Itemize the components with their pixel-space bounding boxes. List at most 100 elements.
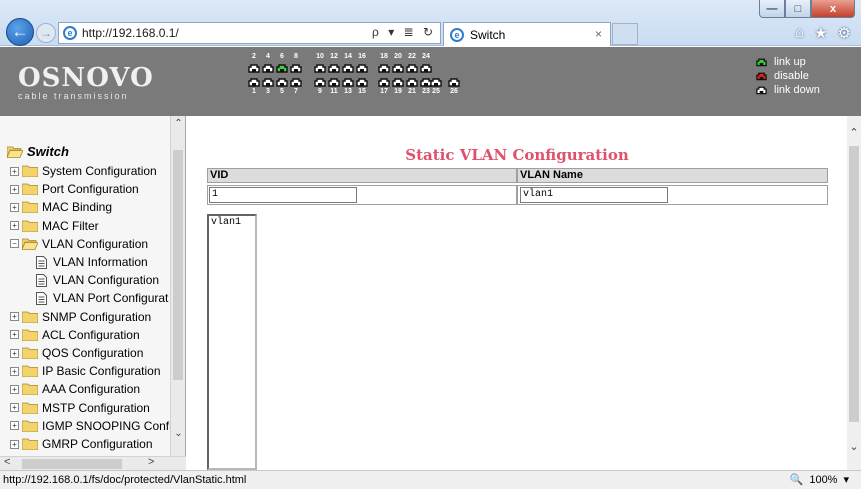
tree-expander-icon[interactable]: + [10, 221, 19, 231]
column-header-vid: VID [207, 168, 517, 183]
zoom-dropdown-icon[interactable]: ▾ [843, 471, 849, 489]
port-11-icon[interactable] [328, 77, 340, 87]
port-10-icon[interactable] [314, 63, 326, 73]
tab-switch[interactable]: e Switch × [443, 22, 611, 46]
sidebar-item-acl-configuration[interactable]: + ACL Configuration [10, 326, 140, 344]
port-16-icon[interactable] [356, 63, 368, 73]
tree-expander-icon[interactable]: + [10, 384, 19, 394]
address-url[interactable]: http://192.168.0.1/ [82, 26, 179, 40]
address-bar[interactable]: e http://192.168.0.1/ ρ ▾ ≣ ↻ [58, 22, 441, 44]
port-number-bottom-5: 5 [280, 88, 284, 95]
tree-expander-icon[interactable]: + [10, 330, 19, 340]
main-vertical-scrollbar[interactable]: ⌃ ⌄ [847, 116, 861, 470]
port-26-icon[interactable] [448, 77, 460, 87]
tree-expander-icon[interactable]: + [10, 439, 19, 449]
port-2-icon[interactable] [248, 63, 260, 73]
maximize-button[interactable]: □ [785, 0, 811, 18]
sidebar-vertical-scrollbar[interactable]: ⌃ ⌄ [170, 116, 185, 456]
sidebar-item-mac-filter[interactable]: + MAC Filter [10, 217, 99, 235]
sidebar-item-igmp-snooping-confi[interactable]: + IGMP SNOOPING Confi [10, 417, 172, 435]
port-18-icon[interactable] [378, 63, 390, 73]
sidebar-item-label: MAC Binding [42, 200, 113, 215]
port-5-icon[interactable] [276, 77, 288, 87]
port-1-icon[interactable] [248, 77, 260, 87]
main-scroll-up-icon[interactable]: ⌃ [847, 126, 861, 139]
settings-gear-icon[interactable]: ⚙ [838, 24, 851, 42]
tree-expander-icon[interactable]: + [10, 312, 19, 322]
status-url: http://192.168.0.1/fs/doc/protected/Vlan… [3, 474, 247, 486]
port-19-icon[interactable] [392, 77, 404, 87]
vlan-name-input[interactable]: vlan1 [520, 187, 668, 203]
port-9-icon[interactable] [314, 77, 326, 87]
sidebar-scroll-right-icon[interactable]: > [148, 456, 154, 468]
sidebar-item-qos-configuration[interactable]: + QOS Configuration [10, 344, 143, 362]
tree-expander-icon[interactable]: + [10, 166, 19, 176]
main-scroll-thumb[interactable] [849, 146, 859, 422]
forward-arrow-icon[interactable]: → [36, 23, 56, 43]
sidebar-scroll-down-icon[interactable]: ⌄ [171, 428, 186, 442]
port-8-icon[interactable] [290, 63, 302, 73]
port-7-icon[interactable] [290, 77, 302, 87]
tree-expander-icon[interactable]: + [10, 366, 19, 376]
sidebar-scroll-left-icon[interactable]: < [4, 456, 10, 468]
port-25-icon[interactable] [430, 77, 442, 87]
zoom-level[interactable]: 100% [809, 471, 837, 489]
sidebar-item-ip-basic-configuration[interactable]: + IP Basic Configuration [10, 362, 161, 380]
port-17-icon[interactable] [378, 77, 390, 87]
vlan-listbox[interactable]: vlan1 [207, 214, 257, 470]
sidebar-item-vlan-port-configurat[interactable]: VLAN Port Configurat [36, 289, 168, 307]
port-20-icon[interactable] [392, 63, 404, 73]
zoom-control[interactable]: 🔍 100% ▾ [790, 471, 849, 489]
sidebar-item-system-configuration[interactable]: + System Configuration [10, 162, 157, 180]
port-13-icon[interactable] [342, 77, 354, 87]
port-12-icon[interactable] [328, 63, 340, 73]
sidebar-scroll-up-icon[interactable]: ⌃ [171, 118, 186, 132]
folder-icon [22, 420, 38, 432]
folder-icon [22, 347, 38, 359]
port-4-icon[interactable] [262, 63, 274, 73]
main-scroll-down-icon[interactable]: ⌄ [847, 440, 861, 453]
sidebar-item-snmp-configuration[interactable]: + SNMP Configuration [10, 308, 151, 326]
port-21-icon[interactable] [406, 77, 418, 87]
sidebar-item-gmrp-configuration[interactable]: + GMRP Configuration [10, 435, 153, 453]
tree-root-switch[interactable]: Switch [7, 144, 69, 159]
tree-expander-icon[interactable]: + [10, 421, 19, 431]
sidebar-item-mstp-configuration[interactable]: + MSTP Configuration [10, 399, 150, 417]
port-15-icon[interactable] [356, 77, 368, 87]
sidebar-horizontal-scrollbar[interactable]: < > [0, 456, 186, 470]
port-24-icon[interactable] [420, 63, 432, 73]
tree-expander-icon[interactable]: + [10, 202, 19, 212]
home-icon[interactable]: ⌂ [795, 24, 804, 42]
port-14-icon[interactable] [342, 63, 354, 73]
tree-expander-icon[interactable]: + [10, 403, 19, 413]
port-22-icon[interactable] [406, 63, 418, 73]
port-number-top-22: 22 [408, 53, 416, 60]
page-title: Static VLAN Configuration [405, 146, 629, 164]
back-arrow-icon[interactable]: ← [6, 18, 34, 46]
sidebar-scroll-thumb[interactable] [173, 150, 183, 380]
sidebar-item-vlan-configuration[interactable]: − VLAN Configuration [10, 235, 148, 253]
address-tools-icons[interactable]: ρ ▾ ≣ ↻ [372, 25, 436, 39]
new-tab-button[interactable] [612, 23, 638, 45]
sidebar-item-port-configuration[interactable]: + Port Configuration [10, 180, 139, 198]
sidebar-item-aaa-configuration[interactable]: + AAA Configuration [10, 380, 140, 398]
tree-expander-icon[interactable]: + [10, 184, 19, 194]
close-window-button[interactable]: x [811, 0, 855, 18]
sidebar-hscroll-thumb[interactable] [22, 459, 122, 469]
port-6-icon[interactable] [276, 63, 288, 73]
tree-expander-icon[interactable]: + [10, 348, 19, 358]
legend-row: disable [756, 69, 856, 83]
folder-icon [22, 165, 38, 177]
port-3-icon[interactable] [262, 77, 274, 87]
tab-close-icon[interactable]: × [595, 27, 602, 41]
sidebar-item-label: VLAN Configuration [42, 236, 149, 251]
zoom-icon: 🔍 [789, 474, 804, 486]
tree-expander-icon[interactable]: − [10, 239, 19, 249]
sidebar-item-vlan-information[interactable]: VLAN Information [36, 253, 148, 271]
favorites-star-icon[interactable]: ★ [814, 24, 827, 42]
sidebar-item-vlan-configuration[interactable]: VLAN Configuration [36, 271, 159, 289]
vlan-list-item[interactable]: vlan1 [211, 217, 253, 228]
sidebar-item-mac-binding[interactable]: + MAC Binding [10, 198, 112, 216]
vid-input[interactable]: 1 [209, 187, 357, 203]
minimize-button[interactable]: — [759, 0, 785, 18]
